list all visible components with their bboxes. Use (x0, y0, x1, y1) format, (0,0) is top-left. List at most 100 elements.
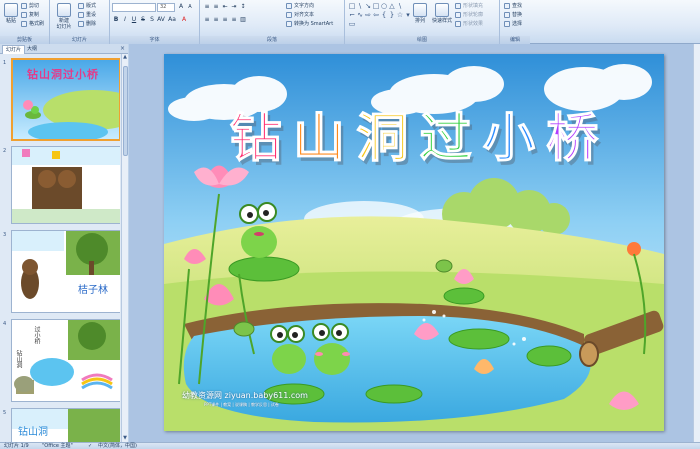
shrink-font-button[interactable]: A (186, 3, 194, 11)
spellcheck-icon[interactable]: ✓ (88, 443, 92, 449)
callout-shape-icon[interactable]: ▭ (348, 20, 356, 28)
title-char: 小 (483, 109, 535, 169)
paragraph-group: ≡ ≡ ⇤ ⇥ ↕ ≡ ≡ ≡ ≡ ▥ 文字方向 对齐文本 转换为 SmartA… (200, 0, 345, 44)
shape-effects-button[interactable]: 形状效果 (455, 20, 483, 27)
thumbnail-4-image (12, 320, 120, 401)
increase-indent-button[interactable]: ⇥ (230, 3, 238, 11)
thumbnail-slide-3[interactable]: 桔子林 (11, 230, 120, 313)
cut-button[interactable]: 剪切 (21, 2, 39, 9)
fill-bucket-icon (455, 2, 461, 9)
underline-button[interactable]: U (130, 16, 138, 24)
quick-styles-icon (435, 3, 449, 17)
line2-shape-icon[interactable]: \ (396, 2, 404, 10)
layout-button[interactable]: 版式 (78, 2, 96, 9)
curve-shape-icon[interactable]: ∿ (356, 11, 364, 19)
find-button[interactable]: 查找 (504, 2, 522, 9)
tab-outline[interactable]: 大纲 (24, 45, 40, 54)
align-text-button[interactable]: 对齐文本 (286, 11, 314, 18)
delete-slide-button[interactable]: 删除 (78, 20, 96, 27)
brace2-shape-icon[interactable]: } (388, 11, 396, 19)
align-left-button[interactable]: ≡ (203, 16, 211, 24)
pane-scroll-thumb[interactable] (123, 66, 128, 156)
arrange-icon (413, 3, 427, 17)
pane-scrollbar[interactable]: ▲ ▼ (121, 54, 128, 442)
select-button[interactable]: 选择 (504, 20, 522, 27)
scissors-icon (21, 2, 27, 9)
copy-button[interactable]: 复制 (21, 11, 39, 18)
thumbnail-slide-5[interactable]: 钻山洞 (11, 408, 120, 442)
left-arrow-shape-icon[interactable]: ⇦ (372, 11, 380, 19)
brace-shape-icon[interactable]: { (380, 11, 388, 19)
shadow-button[interactable]: S (148, 16, 156, 24)
brush-icon (21, 20, 27, 27)
font-group: 32 A A B I U S S AV Aa A 字体 (110, 0, 200, 44)
more-shapes-icon[interactable]: ▾ (404, 11, 412, 19)
font-size-combo[interactable]: 32 (157, 3, 175, 12)
replace-button[interactable]: 替换 (504, 11, 522, 18)
current-slide[interactable]: 钻钻山山洞洞过过小小桥桥 幼教资源网 ziyuan.baby611.com PP… (164, 54, 664, 431)
title-char: 钻 (230, 109, 282, 169)
reset-button[interactable]: 重设 (78, 11, 96, 18)
clipboard-group-label: 剪贴板 (0, 36, 49, 44)
line-shape-icon[interactable]: \ (356, 2, 364, 10)
scroll-down-icon[interactable]: ▼ (122, 435, 128, 442)
thumbnail-4-label-cave: 钻山洞 (15, 350, 22, 368)
bullets-button[interactable]: ≡ (203, 3, 211, 11)
arrange-button[interactable]: 排列 (412, 3, 428, 24)
rectangle-shape-icon[interactable]: □ (348, 2, 356, 10)
oval-shape-icon[interactable]: ○ (380, 2, 388, 10)
shape-fill-button[interactable]: 形状填充 (455, 2, 483, 9)
scroll-up-icon[interactable]: ▲ (122, 54, 128, 61)
delete-icon (78, 20, 84, 27)
columns-button[interactable]: ▥ (239, 16, 247, 24)
language-indicator: 中文(简体，中国) (98, 443, 137, 449)
smartart-button[interactable]: 转换为 SmartArt (286, 20, 333, 27)
watermark: 幼教资源网 ziyuan.baby611.com (182, 391, 308, 400)
slide-number: 2 (3, 148, 7, 154)
format-painter-button[interactable]: 格式刷 (21, 20, 44, 27)
tab-slides[interactable]: 幻灯片 (2, 45, 26, 54)
thumbnail-list[interactable]: 1 钻山洞过小桥 2 3 桔子林 4 过小桥 钻山洞 5 钻山洞 (0, 54, 120, 442)
shape-outline-button[interactable]: 形状轮廓 (455, 11, 483, 18)
italic-button[interactable]: I (121, 16, 129, 24)
text-direction-button[interactable]: 文字方向 (286, 2, 314, 9)
binoculars-icon (504, 2, 510, 9)
star-shape-icon[interactable]: ☆ (396, 11, 404, 19)
align-center-button[interactable]: ≡ (212, 16, 220, 24)
rect2-shape-icon[interactable]: □ (372, 2, 380, 10)
grow-font-button[interactable]: A (177, 3, 185, 11)
effects-icon (455, 20, 461, 27)
quick-styles-button[interactable]: 快速样式 (431, 3, 453, 24)
close-icon[interactable]: × (120, 45, 125, 53)
font-color-button[interactable]: A (180, 16, 188, 24)
bold-button[interactable]: B (112, 16, 120, 24)
copy-icon (21, 11, 27, 18)
title-char: 山 (293, 109, 345, 169)
title-char: 洞 (356, 109, 408, 169)
justify-button[interactable]: ≡ (230, 16, 238, 24)
right-arrow-shape-icon[interactable]: ⇨ (364, 11, 372, 19)
slide-title-svg[interactable]: 钻钻 山山 洞洞 过过 小小 桥桥 (224, 102, 604, 172)
new-slide-button[interactable]: 新建 幻灯片 (54, 3, 74, 30)
decrease-indent-button[interactable]: ⇤ (221, 3, 229, 11)
spacing-button[interactable]: AV (157, 16, 165, 24)
strikethrough-button[interactable]: S (139, 16, 147, 24)
thumbnail-1-title: 钻山洞过小桥 (27, 68, 99, 81)
layout-icon (78, 2, 84, 9)
thumbnail-slide-2[interactable] (11, 146, 120, 224)
slide-vertical-scrollbar[interactable] (693, 44, 700, 442)
align-right-button[interactable]: ≡ (221, 16, 229, 24)
thumbnail-3-image (12, 231, 120, 312)
numbering-button[interactable]: ≡ (212, 3, 220, 11)
triangle-shape-icon[interactable]: △ (388, 2, 396, 10)
font-name-combo[interactable] (112, 3, 156, 12)
arrow-shape-icon[interactable]: ↘ (364, 2, 372, 10)
line-spacing-button[interactable]: ↕ (239, 3, 247, 11)
elbow-shape-icon[interactable]: ⌐ (348, 11, 356, 19)
editing-group: 查找 替换 选择 编辑 (500, 0, 530, 44)
thumbnail-slide-4[interactable]: 过小桥 钻山洞 (11, 319, 120, 402)
paste-button[interactable]: 粘贴 (3, 3, 19, 24)
case-button[interactable]: Aa (168, 16, 176, 24)
thumbnail-slide-1[interactable]: 钻山洞过小桥 (11, 58, 120, 141)
title-char: 过 (420, 109, 472, 169)
